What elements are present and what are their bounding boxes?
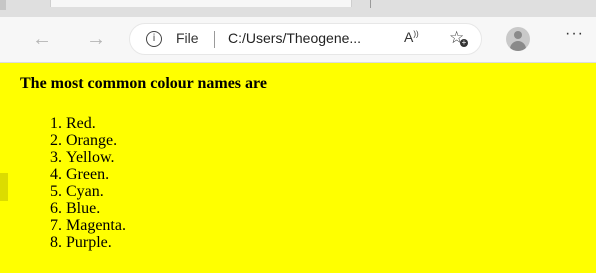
colour-name: Red.	[66, 115, 96, 132]
colour-name: Orange.	[66, 132, 118, 149]
read-aloud-icon[interactable]: A))	[404, 29, 419, 45]
browser-toolbar: ← → i File C:/Users/Theogene... A)) ☆ + …	[0, 17, 596, 63]
list-number: 6.	[50, 200, 62, 217]
back-button[interactable]: ←	[28, 26, 56, 52]
colour-name: Blue.	[66, 200, 101, 217]
list-number: 8.	[50, 234, 62, 251]
address-bar[interactable]: i File C:/Users/Theogene... A)) ☆ +	[129, 23, 482, 55]
favorites-plus-icon: +	[460, 38, 468, 47]
list-item: 7. Magenta.	[50, 217, 126, 234]
tab-strip-edge	[0, 0, 6, 10]
colour-name: Magenta.	[66, 217, 126, 234]
list-number: 7.	[50, 217, 62, 234]
info-icon[interactable]: i	[146, 31, 162, 47]
list-item: 2. Orange.	[50, 132, 126, 149]
list-number: 5.	[50, 183, 62, 200]
url-text[interactable]: C:/Users/Theogene...	[228, 30, 361, 46]
active-tab[interactable]: □ ×	[50, 0, 352, 7]
read-aloud-letter: A	[404, 29, 414, 45]
forward-button[interactable]: →	[82, 26, 110, 52]
list-number: 3.	[50, 149, 62, 166]
list-number: 1.	[50, 115, 62, 132]
page-heading: The most common colour names are	[20, 75, 267, 92]
colour-name: Green.	[66, 166, 110, 183]
list-number: 4.	[50, 166, 62, 183]
avatar-head-icon	[514, 31, 522, 39]
profile-avatar[interactable]	[506, 27, 530, 51]
scheme-label[interactable]: File	[176, 30, 199, 46]
avatar-body-icon	[510, 41, 526, 51]
forward-arrow-icon: →	[86, 27, 106, 50]
page-content: The most common colour names are 1. Red. …	[0, 63, 596, 273]
list-item: 1. Red.	[50, 115, 126, 132]
list-item: 3. Yellow.	[50, 149, 126, 166]
tab-separator	[370, 0, 371, 8]
back-arrow-icon: ←	[32, 27, 52, 50]
list-item: 6. Blue.	[50, 200, 126, 217]
list-number: 2.	[50, 132, 62, 149]
list-item: 4. Green.	[50, 166, 126, 183]
colour-name: Cyan.	[66, 183, 104, 200]
colour-name: Yellow.	[66, 149, 115, 166]
list-item: 8. Purple.	[50, 234, 126, 251]
settings-menu-icon[interactable]: ···	[565, 25, 584, 43]
browser-window: □ × ← → i File C:/Users/Theogene... A)) …	[0, 0, 596, 273]
address-separator	[214, 31, 215, 48]
colour-list: 1. Red. 2. Orange. 3. Yellow. 4. Green. 5. Cy…	[50, 115, 126, 251]
colour-name: Purple.	[66, 234, 112, 251]
list-item: 5. Cyan.	[50, 183, 126, 200]
window-edge-shadow	[0, 173, 8, 201]
tab-strip: □ ×	[0, 0, 596, 17]
page-icon: □	[81, 0, 89, 3]
